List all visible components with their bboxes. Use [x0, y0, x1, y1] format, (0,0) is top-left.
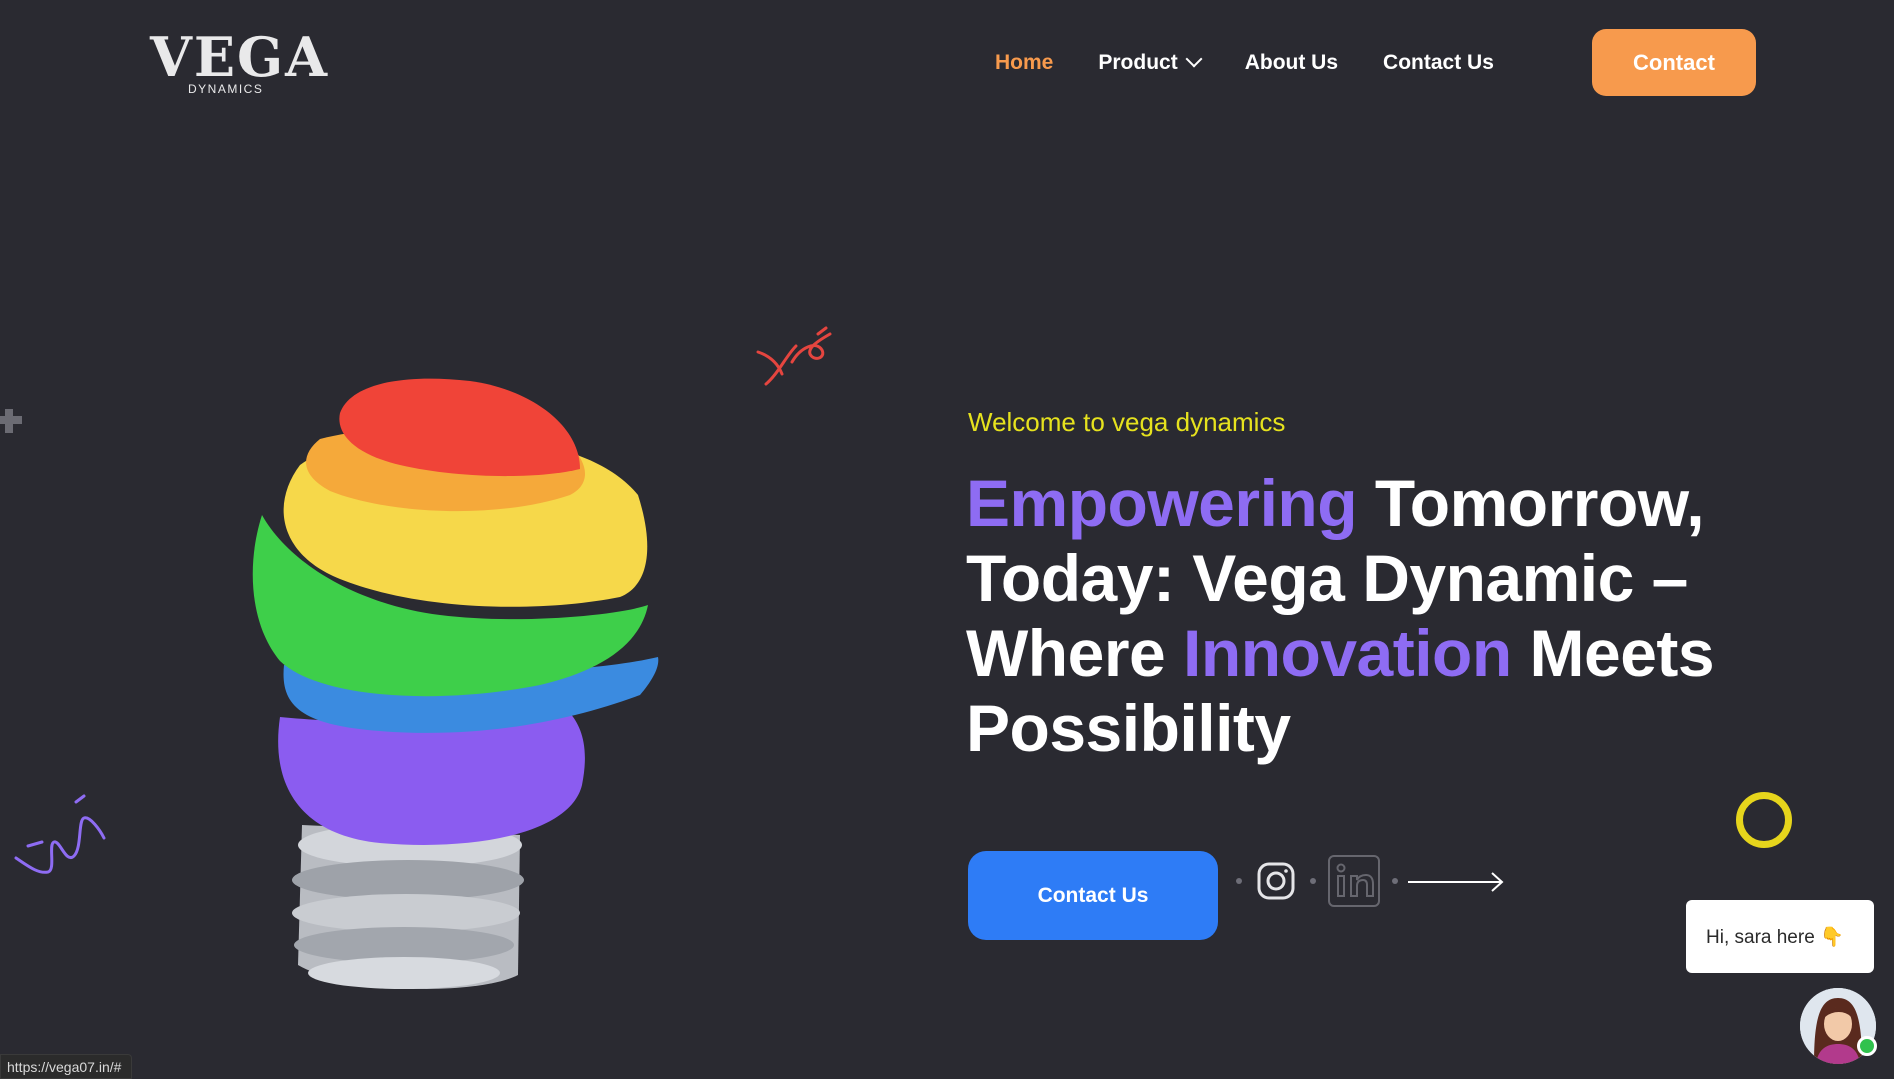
logo-wordmark: VEGA	[150, 25, 330, 89]
online-status-indicator	[1857, 1036, 1877, 1056]
dot-separator	[1310, 878, 1316, 884]
plus-decoration-icon	[0, 409, 22, 433]
vega-logo[interactable]: VEGA DYNAMICS	[150, 25, 330, 96]
nav-product-label: Product	[1098, 51, 1178, 74]
nav-about-us[interactable]: About Us	[1245, 51, 1338, 75]
purple-scribble-decoration	[14, 794, 106, 874]
hero-line2: Today: Vega Dynamic –	[966, 541, 1688, 615]
hero-line4: Possibility	[966, 691, 1291, 765]
nav-contact-us[interactable]: Contact Us	[1383, 51, 1494, 75]
rainbow-lightbulb-illustration	[252, 378, 659, 989]
contact-us-button[interactable]: Contact Us	[968, 851, 1218, 940]
bulb-screw-base	[292, 823, 524, 989]
red-scribble-decoration	[756, 326, 832, 386]
linkedin-icon[interactable]	[1326, 853, 1382, 909]
chat-greeting-bubble[interactable]: Hi, sara here 👇	[1686, 900, 1874, 973]
chevron-down-icon	[1185, 50, 1203, 68]
arrow-right-icon[interactable]	[1408, 870, 1504, 894]
logo-subtitle: DYNAMICS	[188, 82, 264, 96]
dot-separator	[1236, 878, 1242, 884]
hero-line3-end: Meets	[1511, 616, 1715, 690]
hero-highlight-empowering: Empowering	[966, 466, 1358, 540]
social-links	[1236, 848, 1398, 914]
header-contact-button[interactable]: Contact	[1592, 29, 1756, 96]
browser-status-url: https://vega07.in/#	[0, 1054, 133, 1079]
hero-line3-start: Where	[966, 616, 1184, 690]
dot-separator	[1392, 878, 1398, 884]
yellow-ring-decoration	[1736, 792, 1792, 848]
main-nav: Home Product About Us Contact Us	[995, 50, 1494, 76]
landing-page: VEGA DYNAMICS Home Product About Us Cont…	[0, 0, 1894, 1079]
hero-headline: Empowering Tomorrow, Today: Vega Dynamic…	[966, 466, 1786, 766]
hero-line1-rest: Tomorrow,	[1357, 466, 1705, 540]
instagram-icon[interactable]	[1250, 855, 1302, 907]
nav-home[interactable]: Home	[995, 51, 1053, 75]
nav-product[interactable]: Product	[1098, 50, 1203, 75]
hero-highlight-innovation: Innovation	[1183, 616, 1512, 690]
welcome-tagline: Welcome to vega dynamics	[968, 407, 1286, 437]
